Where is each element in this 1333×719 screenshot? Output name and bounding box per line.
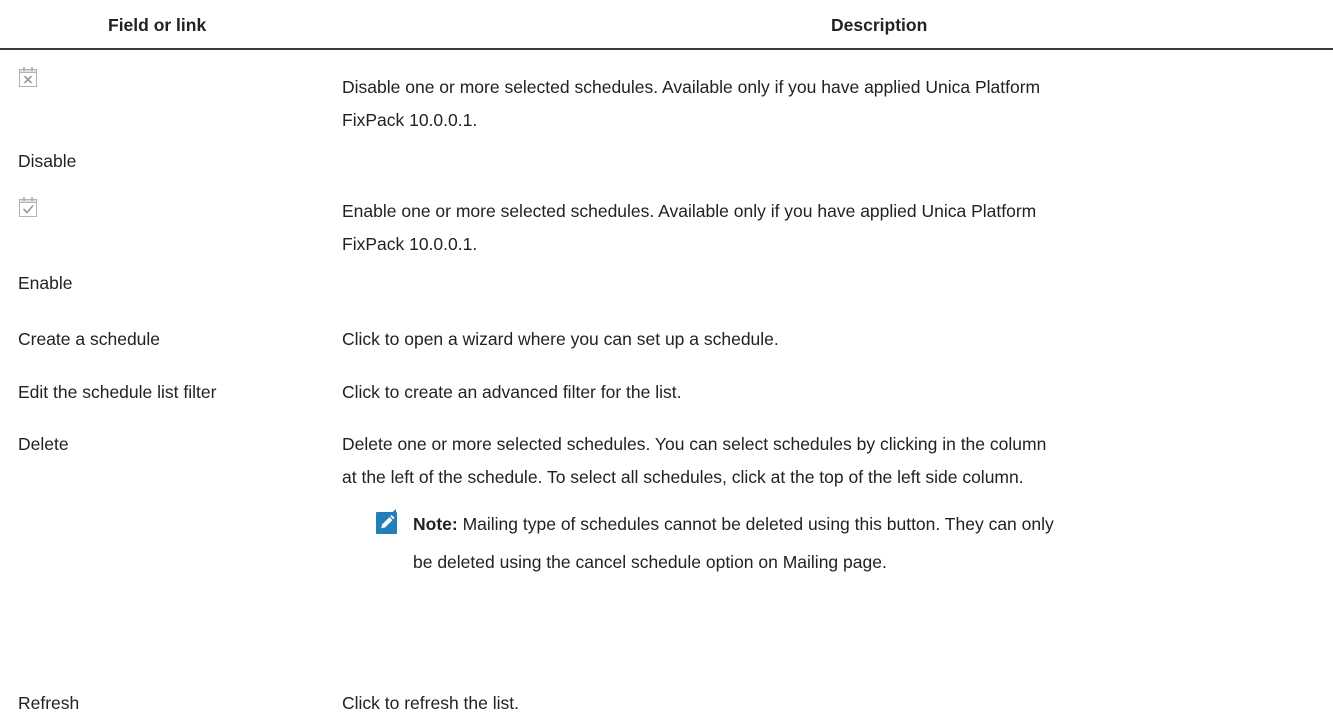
column-header-field: Field or link [108, 15, 207, 35]
description-disable-line-2: FixPack 10.0.0.1. [342, 110, 478, 130]
description-delete-line-2: at the left of the schedule. To select a… [342, 467, 1024, 487]
field-edit-filter: Edit the schedule list filter [18, 382, 217, 402]
note-label: Note: [413, 514, 458, 534]
note-block: Note: Mailing type of schedules cannot b… [413, 505, 1054, 581]
description-enable-line-1: Enable one or more selected schedules. A… [342, 201, 1037, 221]
field-delete: Delete [18, 434, 69, 454]
note-text-line-2: be deleted using the cancel schedule opt… [413, 552, 887, 572]
note-text-line-1: Mailing type of schedules cannot be dele… [457, 514, 1054, 534]
description-refresh: Click to refresh the list. [342, 693, 519, 713]
description-disable-line-1: Disable one or more selected schedules. … [342, 77, 1041, 97]
note-line-1: Note: Mailing type of schedules cannot b… [413, 505, 1054, 543]
header-divider [0, 48, 1333, 50]
column-header-description: Description [831, 15, 928, 35]
field-disable: Disable [18, 151, 77, 171]
field-refresh: Refresh [18, 693, 80, 713]
description-create-schedule: Click to open a wizard where you can set… [342, 329, 779, 349]
description-edit-filter: Click to create an advanced filter for t… [342, 382, 682, 402]
field-create-schedule: Create a schedule [18, 329, 161, 349]
calendar-enable-icon[interactable] [18, 196, 38, 218]
field-enable: Enable [18, 273, 73, 293]
description-enable-line-2: FixPack 10.0.0.1. [342, 234, 478, 254]
description-delete-line-1: Delete one or more selected schedules. Y… [342, 434, 1047, 454]
calendar-disable-icon[interactable] [18, 66, 38, 88]
pencil-note-icon [375, 509, 398, 536]
